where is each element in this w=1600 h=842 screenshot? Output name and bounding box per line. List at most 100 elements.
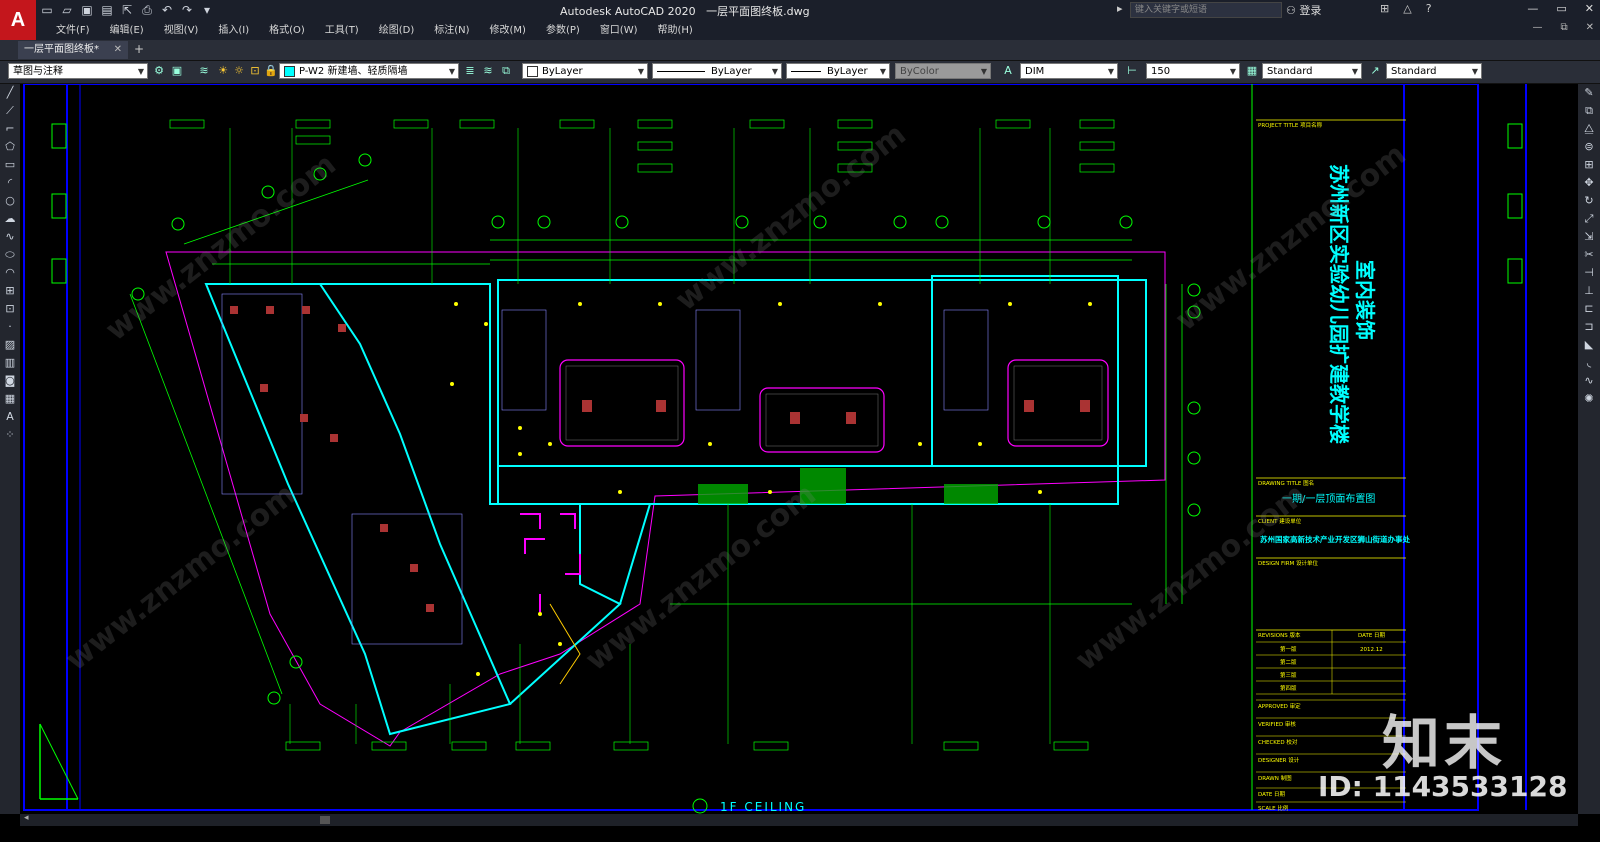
menu-edit[interactable]: 编辑(E) <box>100 21 154 36</box>
fillet-icon[interactable]: ◟ <box>1578 354 1600 372</box>
add-selected-icon[interactable]: ⁘ <box>0 426 20 444</box>
minimize-icon[interactable]: — <box>1527 2 1538 15</box>
sign-in-button[interactable]: ⚇ 登录 <box>1286 2 1321 18</box>
customize-qat-icon[interactable]: ▾ <box>200 3 214 17</box>
undo-icon[interactable]: ↶ <box>160 3 174 17</box>
maximize-icon[interactable]: ▭ <box>1556 2 1566 15</box>
plot-icon[interactable]: ⎙ <box>140 3 154 17</box>
table-style-icon[interactable]: ▦ <box>1244 63 1260 79</box>
trim-icon[interactable]: ✂ <box>1578 246 1600 264</box>
table-icon[interactable]: ▦ <box>0 390 20 408</box>
dimstyle-select[interactable]: DIM ▼ <box>1020 63 1118 79</box>
open-web-icon[interactable]: ⇱ <box>120 3 134 17</box>
layer-on-icon[interactable]: ☀ <box>215 63 231 79</box>
lineweight-select[interactable]: ByLayer ▼ <box>786 63 890 79</box>
mtext-icon[interactable]: A <box>0 408 20 426</box>
menu-view[interactable]: 视图(V) <box>154 21 209 36</box>
make-block-icon[interactable]: ⊡ <box>0 300 20 318</box>
scale-select[interactable]: 150 ▼ <box>1146 63 1240 79</box>
menu-window[interactable]: 窗口(W) <box>590 21 648 36</box>
arc-icon[interactable]: ◜ <box>0 174 20 192</box>
circle-icon[interactable]: ○ <box>0 192 20 210</box>
menu-parametric[interactable]: 参数(P) <box>536 21 590 36</box>
extend-icon[interactable]: ⊣ <box>1578 264 1600 282</box>
ellipse-icon[interactable]: ⬭ <box>0 246 20 264</box>
stretch-icon[interactable]: ⇲ <box>1578 228 1600 246</box>
a360-icon[interactable]: △ <box>1403 2 1411 15</box>
save-icon[interactable]: ▣ <box>80 3 94 17</box>
new-tab-button[interactable]: + <box>134 42 144 56</box>
ellipse-arc-icon[interactable]: ◠ <box>0 264 20 282</box>
rotate-icon[interactable]: ↻ <box>1578 192 1600 210</box>
copy-icon[interactable]: ⧉ <box>1578 102 1600 120</box>
linetype-select[interactable]: ByLayer ▼ <box>652 63 782 79</box>
break-icon[interactable]: ⊏ <box>1578 300 1600 318</box>
text-style-icon[interactable]: A <box>1000 63 1016 79</box>
polyline-icon[interactable]: ⌐ <box>0 120 20 138</box>
blend-icon[interactable]: ∿ <box>1578 372 1600 390</box>
cart-icon[interactable]: ⊞ <box>1380 2 1389 15</box>
search-input[interactable]: 键入关键字或短语 <box>1130 2 1282 18</box>
layer-properties-icon[interactable]: ≋ <box>196 63 212 79</box>
region-icon[interactable]: ◙ <box>0 372 20 390</box>
layer-lock-icon[interactable]: 🔒 <box>263 63 279 79</box>
hatch-icon[interactable]: ▨ <box>0 336 20 354</box>
help-icon[interactable]: ? <box>1426 2 1432 15</box>
explode-icon[interactable]: ✺ <box>1578 390 1600 408</box>
menu-modify[interactable]: 修改(M) <box>480 21 536 36</box>
doc-minimize-icon[interactable]: — <box>1532 22 1542 33</box>
match-layer-icon[interactable]: ≋ <box>480 63 496 79</box>
line-icon[interactable]: ╱ <box>0 84 20 102</box>
offset-icon[interactable]: ⊜ <box>1578 138 1600 156</box>
menu-dimension[interactable]: 标注(N) <box>424 21 479 36</box>
close-tab-icon[interactable]: ✕ <box>114 41 122 59</box>
workspace-lock-icon[interactable]: ▣ <box>169 63 185 79</box>
color-select[interactable]: ByLayer ▼ <box>522 63 648 79</box>
menu-draw[interactable]: 绘图(D) <box>369 21 425 36</box>
doc-close-icon[interactable]: ✕ <box>1586 22 1594 33</box>
scroll-thumb[interactable] <box>320 816 330 824</box>
table-style-select[interactable]: Standard ▼ <box>1386 63 1482 79</box>
menu-help[interactable]: 帮助(H) <box>648 21 703 36</box>
revcloud-icon[interactable]: ☁ <box>0 210 20 228</box>
menu-format[interactable]: 格式(O) <box>259 21 315 36</box>
chamfer-icon[interactable]: ◣ <box>1578 336 1600 354</box>
array-icon[interactable]: ⊞ <box>1578 156 1600 174</box>
construction-line-icon[interactable]: ⟋ <box>0 102 20 120</box>
redo-icon[interactable]: ↷ <box>180 3 194 17</box>
doc-restore-icon[interactable]: ⧉ <box>1560 22 1567 33</box>
text-style-select[interactable]: Standard ▼ <box>1262 63 1362 79</box>
layer-freeze-icon[interactable]: ☼ <box>231 63 247 79</box>
insert-block-icon[interactable]: ⊞ <box>0 282 20 300</box>
new-file-icon[interactable]: ▭ <box>40 3 54 17</box>
move-icon[interactable]: ✥ <box>1578 174 1600 192</box>
break-point-icon[interactable]: ⊥ <box>1578 282 1600 300</box>
multileader-style-icon[interactable]: ↗ <box>1367 63 1383 79</box>
gradient-icon[interactable]: ▥ <box>0 354 20 372</box>
mirror-icon[interactable]: ⧋ <box>1578 120 1600 138</box>
previous-layer-icon[interactable]: ⧉ <box>498 63 514 79</box>
dim-scale-icon[interactable]: ⊢ <box>1124 63 1140 79</box>
join-icon[interactable]: ⊐ <box>1578 318 1600 336</box>
close-icon[interactable]: ✕ <box>1585 2 1594 15</box>
gear-icon[interactable]: ⚙ <box>151 63 167 79</box>
file-tab-active[interactable]: 一层平面图终板* ✕ <box>18 41 128 59</box>
make-current-layer-icon[interactable]: ≣ <box>462 63 478 79</box>
layer-select[interactable]: P-W2 新建墙、轻质隔墙 ▼ <box>279 63 459 79</box>
save-as-icon[interactable]: ▤ <box>100 3 114 17</box>
menu-insert[interactable]: 插入(I) <box>208 21 259 36</box>
menu-tools[interactable]: 工具(T) <box>315 21 369 36</box>
point-icon[interactable]: · <box>0 318 20 336</box>
scroll-left-icon[interactable]: ◂ <box>24 813 29 823</box>
erase-icon[interactable]: ✎ <box>1578 84 1600 102</box>
spline-icon[interactable]: ∿ <box>0 228 20 246</box>
workspace-select[interactable]: 草图与注释 ▼ <box>8 63 148 79</box>
polygon-icon[interactable]: ⬠ <box>0 138 20 156</box>
menu-file[interactable]: 文件(F) <box>46 21 100 36</box>
horizontal-scrollbar[interactable]: ◂ <box>20 813 1578 826</box>
open-file-icon[interactable]: ▱ <box>60 3 74 17</box>
rectangle-icon[interactable]: ▭ <box>0 156 20 174</box>
scale-icon[interactable]: ⤢ <box>1578 210 1600 228</box>
autocad-logo-button[interactable]: A <box>0 0 36 40</box>
layer-viewport-icon[interactable]: ⊡ <box>247 63 263 79</box>
